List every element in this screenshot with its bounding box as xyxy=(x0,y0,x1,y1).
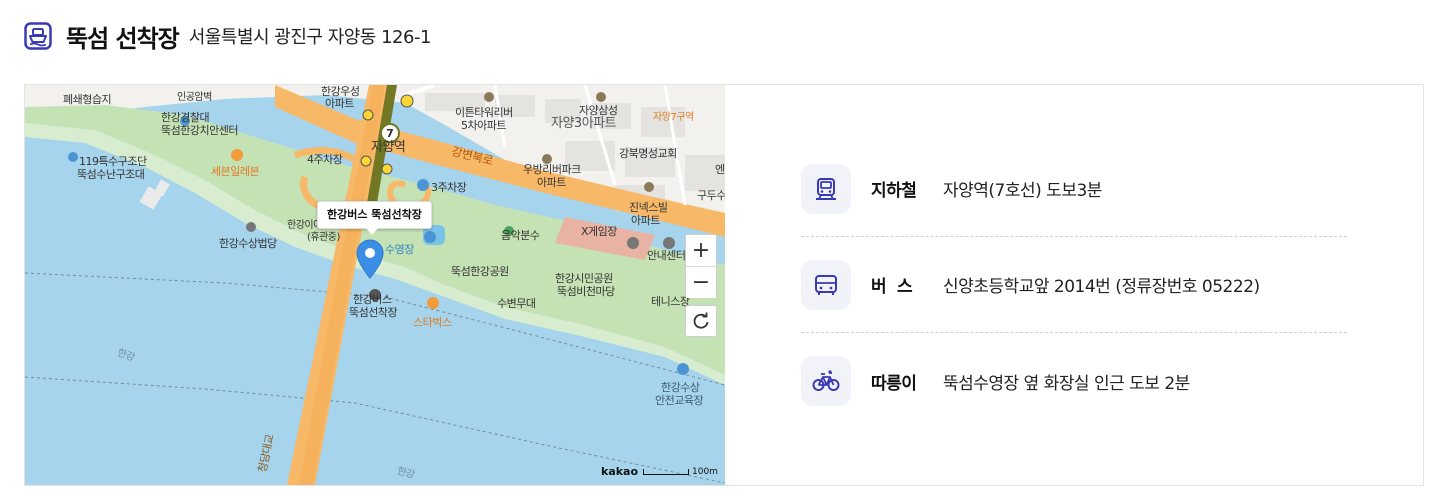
map-scale: 100m xyxy=(643,467,718,477)
map-label: 음악분수 xyxy=(501,229,540,242)
map-label: 4주차장 xyxy=(307,153,343,166)
map-label: 자양3아파트 xyxy=(551,116,617,131)
map-label: 자양7구역 xyxy=(653,112,694,123)
transport-desc: 신양초등학교앞 2014번 (정류장번호 05222) xyxy=(943,277,1260,297)
map-label: 수변무대 xyxy=(497,297,536,310)
map-label: 자양역 xyxy=(371,140,406,155)
map-label: 세븐일레븐 xyxy=(211,165,260,178)
transport-list: 지하철 자양역(7호선) 도보3분 버 스 신양초등학교앞 2014번 (정류장… xyxy=(801,141,1347,429)
svg-text:7: 7 xyxy=(386,127,394,140)
map-label: 한강수상법당 xyxy=(219,237,277,250)
map-label: 한강경찰대 xyxy=(161,111,210,124)
location-card: 7 폐쇄형습지 인공암벽 한강우성 아파트 이튼타워리버 5차아파트 자양삼성 … xyxy=(24,84,1424,486)
map-label: (휴관중) xyxy=(307,232,340,243)
map-label: 한강버스 xyxy=(353,293,392,306)
map-label: 안전교육장 xyxy=(655,394,704,407)
map-label: 한강시민공원 xyxy=(555,272,613,285)
transport-icon-box xyxy=(801,259,851,310)
transport-desc: 뚝섬수영장 옆 화장실 인근 도보 2분 xyxy=(943,373,1190,394)
map-label: 3주차장 xyxy=(431,181,467,194)
scale-label: 100m xyxy=(692,467,718,477)
refresh-icon xyxy=(693,312,709,329)
bicycle-icon xyxy=(812,370,840,391)
map-label: 엔 xyxy=(715,163,725,176)
map-label: 아파트 xyxy=(631,214,660,227)
reset-button[interactable] xyxy=(685,305,717,337)
map-label: 뚝섬한강공원 xyxy=(451,265,509,278)
transport-kind: 지하철 xyxy=(871,181,917,201)
map-label: 폐쇄형습지 xyxy=(63,93,112,106)
transport-row-bus: 버 스 신양초등학교앞 2014번 (정류장번호 05222) xyxy=(801,237,1347,333)
transport-kind: 따릉이 xyxy=(871,373,917,394)
map-label: 5차아파트 xyxy=(461,119,506,132)
transport-row-subway: 지하철 자양역(7호선) 도보3분 xyxy=(801,141,1347,237)
transport-kind: 버 스 xyxy=(871,277,913,297)
zoom-out-button[interactable]: − xyxy=(686,267,716,298)
map-label: 한강수상 xyxy=(661,381,700,394)
zoom-in-button[interactable]: + xyxy=(686,235,716,266)
transport-desc: 자양역(7호선) 도보3분 xyxy=(943,181,1102,201)
map-label: X게임장 xyxy=(581,225,617,238)
transport-row-bicycle: 따릉이 뚝섬수영장 옆 화장실 인근 도보 2분 xyxy=(801,333,1347,429)
map-label: 인공암벽 xyxy=(177,92,212,103)
map-label: 진넥스빌 xyxy=(629,201,668,214)
page-title: 뚝섬 선착장 xyxy=(66,24,180,53)
map-label: 119특수구조단 xyxy=(79,155,147,168)
map-label: 스타벅스 xyxy=(413,316,452,329)
transport-icon-box xyxy=(801,356,851,406)
map-label: 이튼타워리버 xyxy=(455,106,513,119)
map-attribution: kakao xyxy=(601,465,639,478)
location-pin-icon[interactable] xyxy=(356,239,384,279)
map-label: 아파트 xyxy=(537,176,566,189)
map-label: 테니스장 xyxy=(651,295,690,308)
scale-bar xyxy=(643,469,689,475)
map-label: 아파트 xyxy=(325,97,354,110)
map-view[interactable]: 7 폐쇄형습지 인공암벽 한강우성 아파트 이튼타워리버 5차아파트 자양삼성 … xyxy=(25,85,725,485)
map-label: 뚝섬선착장 xyxy=(349,306,398,319)
map-label: 뚝섬비천마당 xyxy=(557,285,615,298)
page-header: 뚝섬 선착장 서울특별시 광진구 자양동 126-1 xyxy=(24,16,431,56)
bus-icon xyxy=(815,274,837,295)
subway-icon xyxy=(816,177,836,200)
page-address: 서울특별시 광진구 자양동 126-1 xyxy=(188,27,432,48)
transport-icon-box xyxy=(801,163,851,214)
map-label: 구두수 xyxy=(697,189,725,202)
map-label: 수영장 xyxy=(385,243,414,256)
map-label: 안내센터 xyxy=(647,249,686,262)
ferry-icon xyxy=(24,22,52,50)
location-callout: 한강버스 뚝섬선착장 xyxy=(317,201,432,235)
map-label: 뚝섬한강치안센터 xyxy=(161,124,238,137)
zoom-controls: + − xyxy=(685,234,717,298)
map-label: 강북명성교회 xyxy=(619,147,677,160)
map-label: 우방리버파크 xyxy=(523,163,581,176)
map-label: 뚝섬수난구조대 xyxy=(77,168,145,181)
